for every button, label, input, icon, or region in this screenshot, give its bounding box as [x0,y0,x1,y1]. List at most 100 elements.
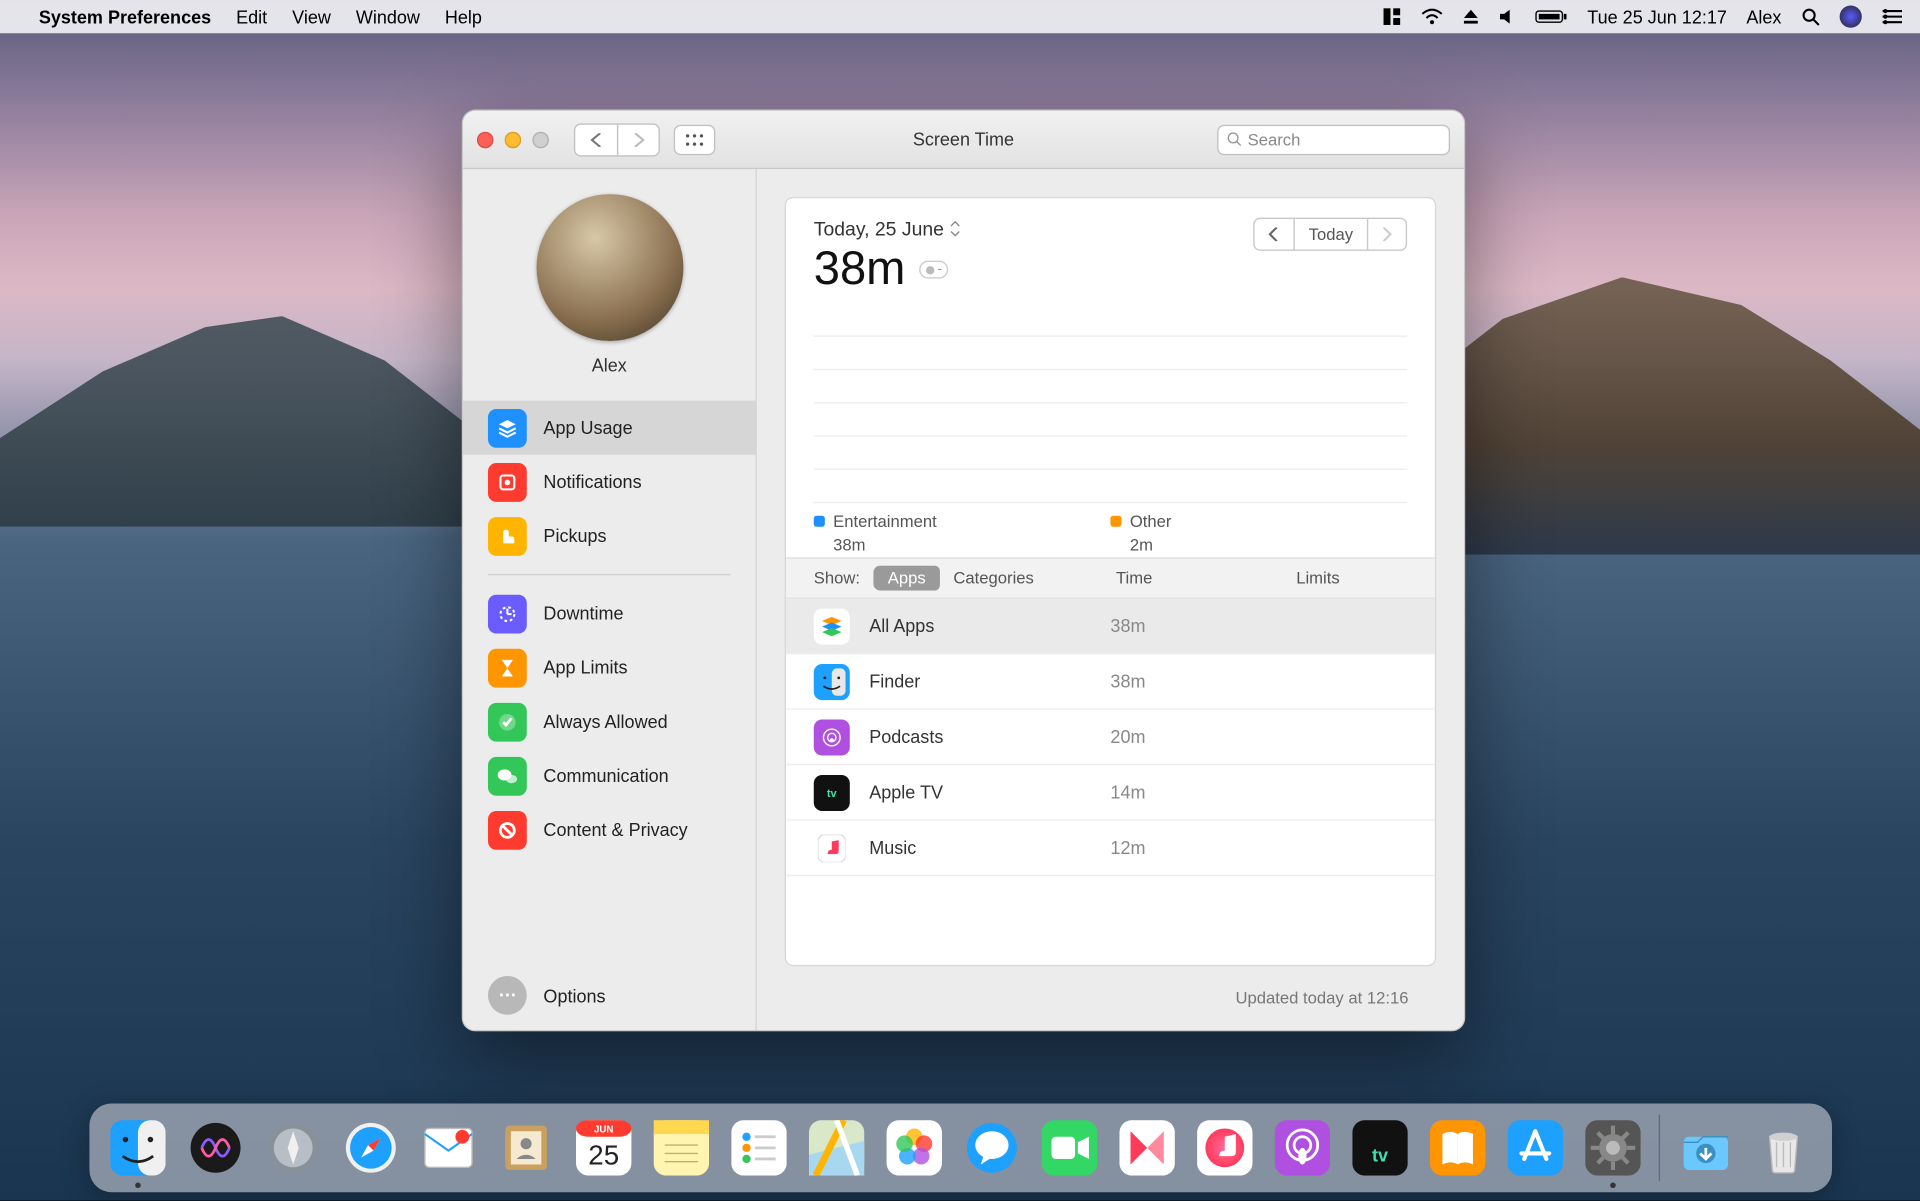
back-button[interactable] [575,124,617,154]
zoom-button[interactable] [532,131,549,148]
dock-trash-icon[interactable] [1748,1113,1817,1182]
app-row[interactable]: Music 12m [786,821,1435,876]
forward-button[interactable] [617,124,659,154]
today-button[interactable]: Today [1293,219,1367,249]
sidebar: Alex App Usage Notifications Pickups Dow… [463,169,757,1030]
menubar-datetime[interactable]: Tue 25 Jun 12:17 [1587,6,1727,27]
notification-center-icon[interactable] [1881,8,1903,25]
battery-icon[interactable] [1535,8,1568,25]
date-label: Today, 25 June [814,218,944,240]
dock-podcasts-icon[interactable] [1267,1113,1336,1182]
options-label: Options [543,985,605,1006]
toggle-categories[interactable]: Categories [940,566,1048,591]
dock-maps-icon[interactable] [801,1113,870,1182]
dock-settings-icon[interactable] [1578,1113,1647,1182]
app-time-label: 12m [1110,837,1276,858]
dock-photos-icon[interactable] [879,1113,948,1182]
spotlight-icon[interactable] [1801,7,1820,26]
app-row[interactable]: All Apps 38m [786,599,1435,654]
finder-icon [814,663,850,699]
usage-panel: Today, 25 June 38m - Today [785,197,1437,966]
sidebar-item-pickups[interactable]: Pickups [463,509,756,563]
dock-finder-icon[interactable] [103,1113,172,1182]
dock-launchpad-icon[interactable] [258,1113,327,1182]
prev-day-button[interactable] [1255,219,1294,249]
app-name-label: Music [869,837,1091,858]
dock-books-icon[interactable] [1422,1113,1491,1182]
sidebar-item-content-privacy[interactable]: Content & Privacy [463,803,756,857]
chat-icon [488,756,527,795]
desktop: System Preferences Edit View Window Help… [0,0,1920,1201]
eject-icon[interactable] [1463,8,1480,25]
options-button[interactable]: ⋯ Options [463,961,756,1030]
close-button[interactable] [477,131,494,148]
check-icon [488,702,527,741]
siri-icon[interactable] [1840,6,1862,28]
sidebar-item-app-usage[interactable]: App Usage [463,401,756,455]
next-day-button[interactable] [1367,219,1406,249]
dock-notes-icon[interactable] [646,1113,715,1182]
svg-text:tv: tv [827,787,838,799]
menu-window[interactable]: Window [356,6,420,27]
sidebar-item-app-limits[interactable]: App Limits [463,640,756,694]
menu-help[interactable]: Help [445,6,482,27]
sidebar-item-downtime[interactable]: Downtime [463,586,756,640]
sidebar-item-label: App Limits [543,657,627,678]
date-selector[interactable]: Today, 25 June [814,218,1253,240]
sidebar-item-label: Communication [543,765,668,786]
legend-swatch [814,516,825,527]
sidebar-item-notifications[interactable]: Notifications [463,455,756,509]
minimize-button[interactable] [505,131,522,148]
dock-mail-icon[interactable] [413,1113,482,1182]
ellipsis-icon: ⋯ [488,976,527,1015]
app-list: All Apps 38m Finder 38m Podcasts 20m tv … [786,599,1435,965]
volume-icon[interactable] [1499,8,1516,25]
dock-downloads-icon[interactable] [1670,1113,1739,1182]
app-time-label: 38m [1110,616,1276,637]
search-input[interactable]: Search [1217,124,1450,154]
dock-messages-icon[interactable] [957,1113,1026,1182]
dock-facetime-icon[interactable] [1034,1113,1103,1182]
wallpaper-island [0,305,513,527]
menubar-app-name[interactable]: System Preferences [39,6,211,27]
show-all-button[interactable] [674,124,716,154]
total-time: 38m [814,243,906,297]
divider [488,574,731,575]
bell-icon [488,462,527,501]
dock-siri-icon[interactable] [180,1113,249,1182]
app-name-label: All Apps [869,616,1091,637]
day-navigator: Today [1253,218,1407,251]
menubar-user[interactable]: Alex [1746,6,1781,27]
menu-view[interactable]: View [292,6,331,27]
user-avatar[interactable] [536,194,683,341]
sidebar-item-always-allowed[interactable]: Always Allowed [463,695,756,749]
app-row[interactable]: Finder 38m [786,654,1435,709]
toggle-apps[interactable]: Apps [874,566,940,591]
dock-music-icon[interactable] [1189,1113,1258,1182]
app-time-label: 14m [1110,782,1276,803]
app-row[interactable]: tv Apple TV 14m [786,765,1435,820]
screen-time-window: Screen Time Search Alex App Usage Notifi… [462,110,1466,1032]
wifi-icon[interactable] [1421,8,1443,25]
svg-text:tv: tv [1371,1146,1387,1166]
hourglass-icon [488,648,527,687]
app-row[interactable]: Podcasts 20m [786,710,1435,765]
legend-value: 38m [833,535,1110,554]
svg-text:25: 25 [588,1139,619,1170]
menubar-tile-icon[interactable] [1382,7,1401,26]
dock-safari-icon[interactable] [335,1113,404,1182]
sidebar-item-communication[interactable]: Communication [463,749,756,803]
dock-tv-icon[interactable]: tv [1345,1113,1414,1182]
dock-reminders-icon[interactable] [724,1113,793,1182]
dock-news-icon[interactable] [1112,1113,1181,1182]
content-area: Today, 25 June 38m - Today [757,169,1464,1030]
dock-contacts-icon[interactable] [491,1113,560,1182]
dock-calendar-icon[interactable]: JUN25 [568,1113,637,1182]
column-time: Time [1116,568,1282,587]
dock-appstore-icon[interactable] [1500,1113,1569,1182]
app-name-label: Apple TV [869,782,1091,803]
app-time-label: 20m [1110,726,1276,747]
menu-edit[interactable]: Edit [236,6,267,27]
view-toggle: Apps Categories [874,566,1048,591]
nosign-icon [488,810,527,849]
